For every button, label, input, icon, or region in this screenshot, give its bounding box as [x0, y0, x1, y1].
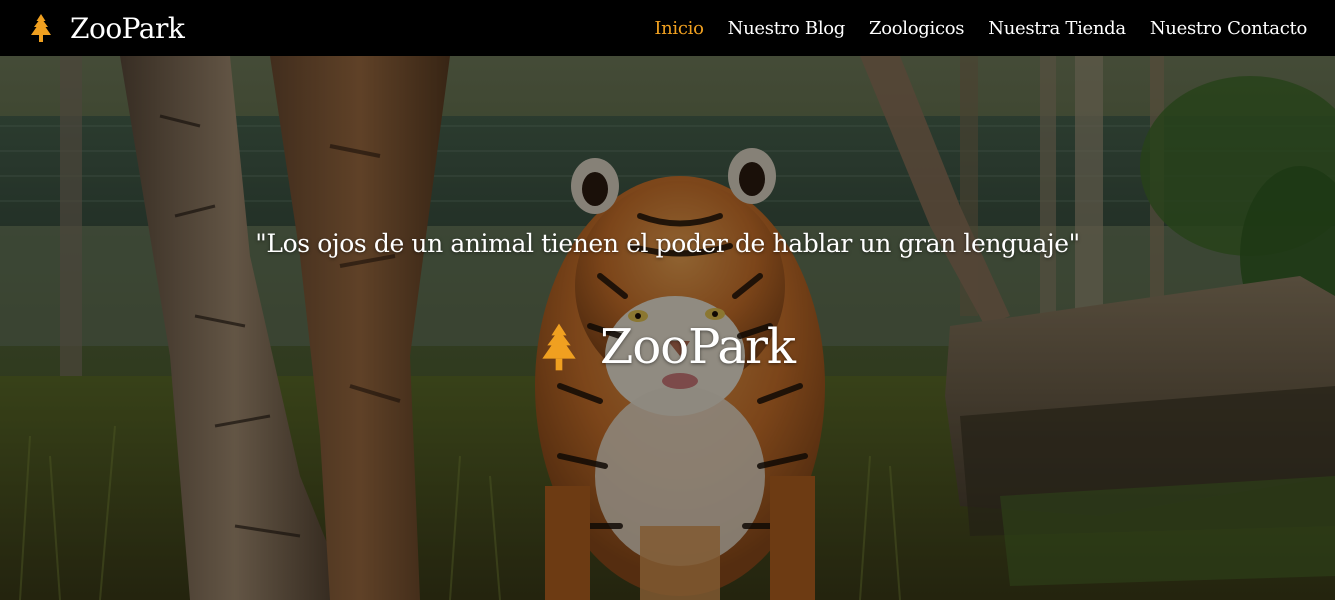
- nav-link-tienda[interactable]: Nuestra Tienda: [988, 18, 1126, 39]
- tree-icon: [542, 323, 576, 371]
- nav-link-blog[interactable]: Nuestro Blog: [728, 18, 846, 39]
- hero-quote: "Los ojos de un animal tienen el poder d…: [255, 229, 1080, 258]
- hero-section: "Los ojos de un animal tienen el poder d…: [0, 56, 1335, 600]
- hero-brand: ZooPark: [0, 319, 1335, 375]
- nav-menu: Inicio Nuestro Blog Zoologicos Nuestra T…: [630, 18, 1307, 39]
- nav-link-zoologicos[interactable]: Zoologicos: [869, 18, 965, 39]
- tree-icon: [31, 14, 51, 42]
- nav-link-contacto[interactable]: Nuestro Contacto: [1150, 18, 1307, 39]
- brand-link[interactable]: ZooPark: [30, 11, 185, 45]
- hero-brand-name: ZooPark: [600, 319, 796, 375]
- navbar: ZooPark Inicio Nuestro Blog Zoologicos N…: [0, 0, 1335, 56]
- hero-content: "Los ojos de un animal tienen el poder d…: [0, 56, 1335, 600]
- nav-link-inicio[interactable]: Inicio: [654, 18, 704, 39]
- brand-name: ZooPark: [70, 11, 185, 45]
